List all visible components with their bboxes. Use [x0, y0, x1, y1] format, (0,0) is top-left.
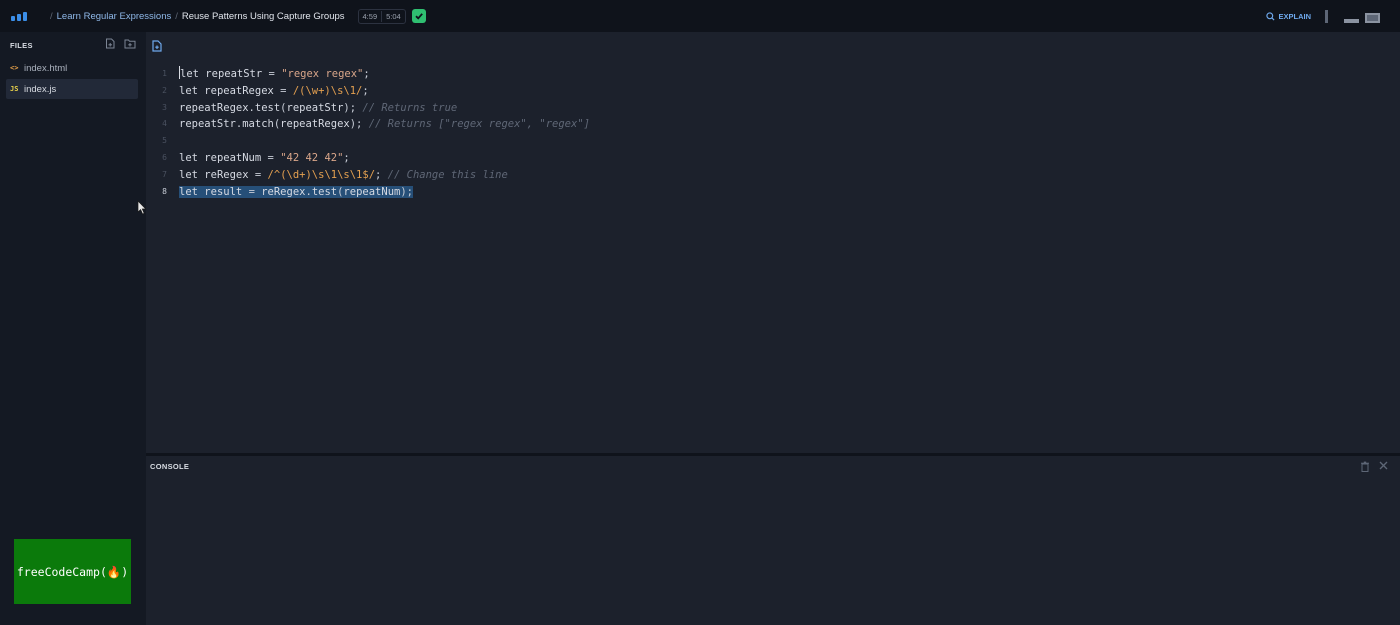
code-text[interactable]: let repeatNum = "42 42 42";	[179, 150, 350, 167]
code-editor[interactable]: 1 let repeatStr = "regex regex"; 2 let repe…	[146, 32, 1400, 453]
console-panel: CONSOLE	[146, 456, 1400, 625]
line-number: 2	[162, 85, 167, 95]
completed-check-icon	[411, 9, 426, 23]
js-file-icon: JS	[10, 85, 19, 93]
explain-label: EXPLAIN	[1278, 11, 1311, 21]
code-text[interactable]: let repeatRegex = /(\w+)\s\1/;	[179, 83, 369, 100]
code-line[interactable]: 4 repeatStr.match(repeatRegex); // Return…	[146, 116, 1400, 133]
layout-sidebar-toggle[interactable]	[1323, 9, 1338, 24]
trash-icon[interactable]	[1360, 461, 1370, 472]
file-item-index-js[interactable]: JS index.js	[6, 79, 138, 99]
search-icon	[1266, 11, 1275, 21]
file-sidebar: FILES <> index.html JS index.js freeCode…	[0, 32, 146, 625]
video-timer: 4:59 5:04	[357, 8, 406, 24]
code-text[interactable]: let repeatStr = "regex regex";	[179, 66, 370, 83]
line-number: 3	[162, 102, 167, 112]
timer-total: 5:04	[386, 11, 401, 21]
editor-file-icon[interactable]	[151, 39, 163, 52]
mouse-cursor-icon	[137, 200, 147, 215]
code-text[interactable]: let reRegex = /^(\d+)\s\1\s\1$/; // Chan…	[179, 167, 508, 184]
line-number: 5	[162, 136, 167, 146]
file-name: index.js	[24, 83, 57, 95]
files-header: FILES	[0, 32, 146, 58]
breadcrumb-separator: /	[50, 10, 53, 22]
code-lines[interactable]: 1 let repeatStr = "regex regex"; 2 let repe…	[146, 66, 1400, 200]
freecodecamp-badge-label: freeCodeCamp(🔥)	[16, 564, 129, 579]
code-line[interactable]: 8 let result = reRegex.test(repeatNum);	[146, 184, 1400, 201]
timer-current: 4:59	[362, 11, 378, 21]
breadcrumb-lesson-title: Reuse Patterns Using Capture Groups	[181, 10, 345, 22]
close-icon[interactable]	[1379, 461, 1388, 470]
console-header: CONSOLE	[146, 456, 1400, 476]
code-line[interactable]: 6 let repeatNum = "42 42 42";	[146, 150, 1400, 167]
code-line[interactable]: 2 let repeatRegex = /(\w+)\s\1/;	[146, 83, 1400, 100]
layout-preview-toggle[interactable]	[1365, 9, 1380, 24]
code-text[interactable]: repeatStr.match(repeatRegex); // Returns…	[179, 116, 590, 133]
code-line[interactable]: 5	[146, 133, 1400, 150]
html-file-icon: <>	[10, 64, 19, 72]
file-name: index.html	[24, 62, 68, 74]
files-title: FILES	[10, 40, 33, 50]
code-text[interactable]: let result = reRegex.test(repeatNum);	[179, 184, 413, 201]
line-number: 7	[162, 169, 167, 179]
console-title: CONSOLE	[150, 461, 190, 471]
code-line[interactable]: 1 let repeatStr = "regex regex";	[146, 66, 1400, 83]
top-bar: / Learn Regular Expressions / Reuse Patt…	[0, 0, 1400, 32]
line-number: 1	[162, 69, 167, 78]
app-logo-icon[interactable]	[11, 11, 31, 21]
breadcrumb-course-link[interactable]: Learn Regular Expressions	[57, 11, 172, 22]
line-number: 6	[162, 152, 167, 162]
explain-button[interactable]: EXPLAIN	[1266, 12, 1311, 21]
layout-console-toggle[interactable]	[1344, 9, 1359, 24]
new-file-icon[interactable]	[105, 38, 116, 49]
code-text[interactable]: repeatRegex.test(repeatStr); // Returns …	[179, 100, 457, 117]
line-number: 8	[162, 186, 167, 196]
freecodecamp-badge[interactable]: freeCodeCamp(🔥)	[14, 539, 131, 604]
code-line[interactable]: 7 let reRegex = /^(\d+)\s\1\s\1$/; // Cha…	[146, 167, 1400, 184]
line-number: 4	[162, 119, 167, 129]
breadcrumb-separator: /	[175, 10, 178, 22]
new-folder-icon[interactable]	[124, 38, 136, 49]
file-item-index-html[interactable]: <> index.html	[6, 58, 138, 78]
text-selection: let result = reRegex.test(repeatNum);	[179, 185, 413, 198]
code-line[interactable]: 3 repeatRegex.test(repeatStr); // Returns…	[146, 100, 1400, 117]
